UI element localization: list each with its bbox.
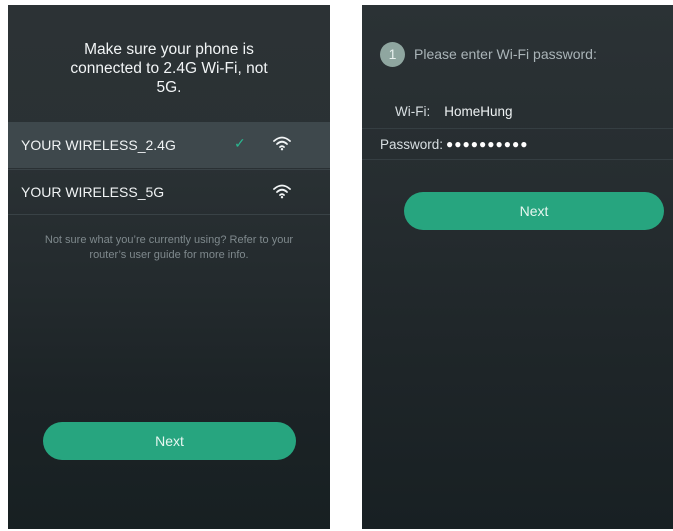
next-button[interactable]: Next: [404, 192, 664, 230]
network-select-screen: Make sure your phone is connected to 2.4…: [8, 5, 330, 529]
network-row-2g[interactable]: YOUR WIRELESS_2.4G ✓: [8, 122, 330, 168]
next-button[interactable]: Next: [43, 422, 296, 460]
wifi-signal-icon: [273, 136, 291, 151]
password-field[interactable]: Password: ●●●●●●●●●●: [362, 128, 673, 160]
step-instruction: Please enter Wi-Fi password:: [414, 46, 597, 62]
step-header: 1 Please enter Wi-Fi password:: [380, 41, 597, 67]
password-input[interactable]: ●●●●●●●●●●: [446, 137, 528, 151]
wifi-signal-icon: [273, 184, 291, 199]
wifi-name-row: Wi-Fi: HomeHung: [362, 95, 673, 127]
check-icon: ✓: [234, 135, 246, 151]
network-row-5g[interactable]: YOUR WIRELESS_5G: [8, 169, 330, 215]
screenshot-canvas: Make sure your phone is connected to 2.4…: [0, 0, 673, 531]
help-text: Not sure what you’re currently using? Re…: [44, 234, 294, 261]
wifi-label: Wi-Fi:: [395, 103, 431, 119]
password-label: Password:: [380, 136, 444, 152]
wifi-name-value: HomeHung: [444, 103, 513, 119]
step-number-badge: 1: [380, 41, 405, 67]
instruction-heading: Make sure your phone is connected to 2.4…: [70, 41, 268, 96]
password-entry-screen: 1 Please enter Wi-Fi password: Wi-Fi: Ho…: [362, 5, 673, 529]
